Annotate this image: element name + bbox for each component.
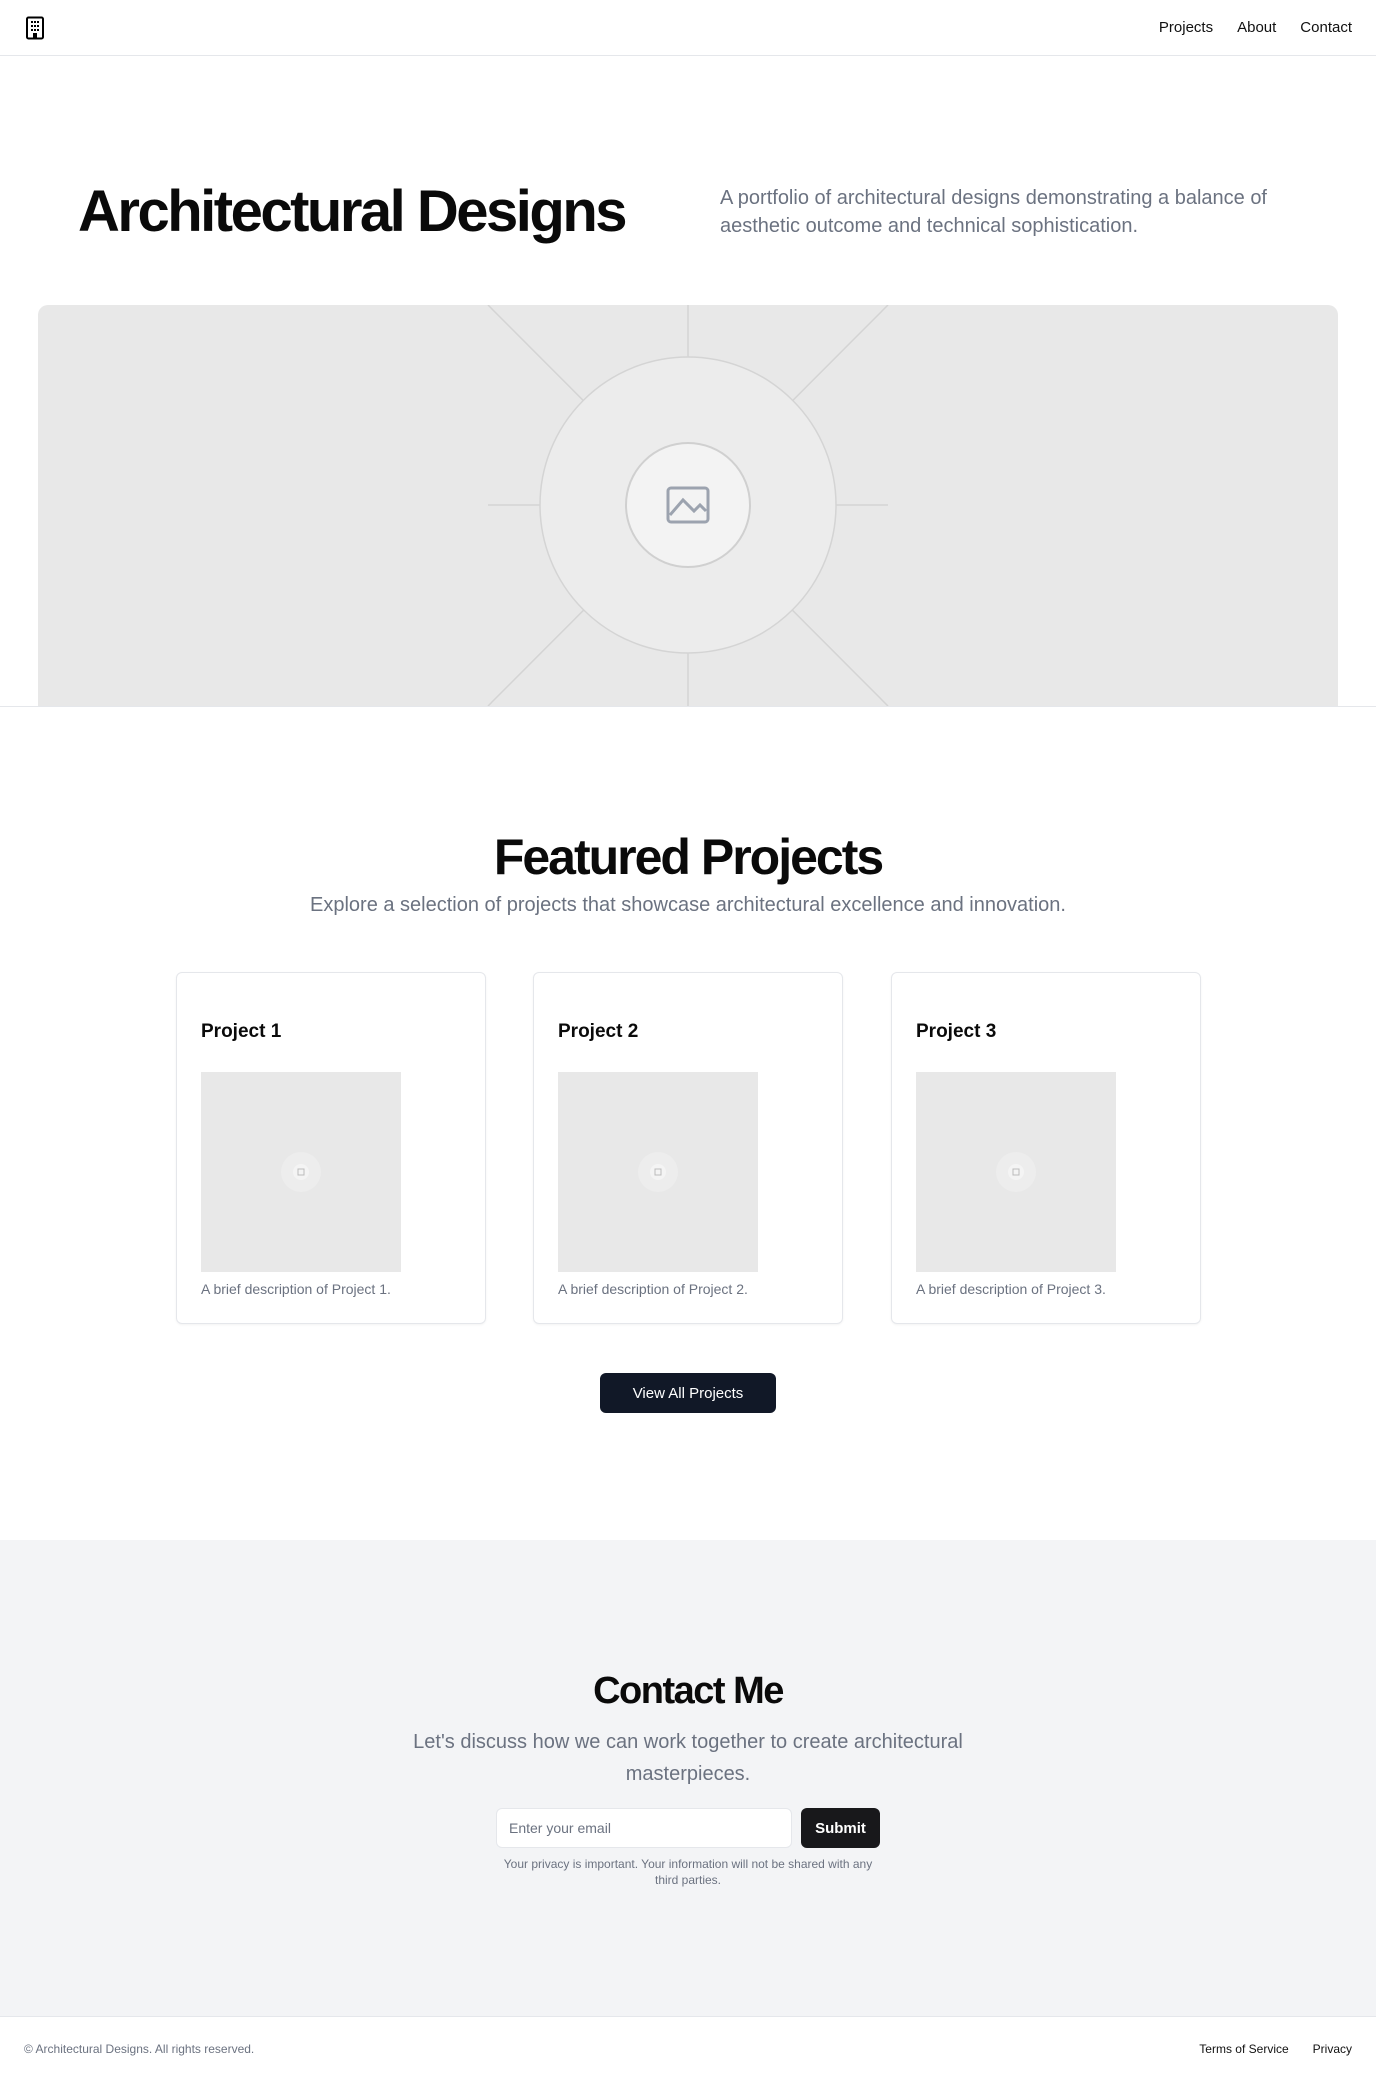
- image-placeholder-icon: [638, 1152, 678, 1192]
- contact-subtitle: Let's discuss how we can work together t…: [413, 1731, 963, 1785]
- contact-section: Contact Me Let's discuss how we can work…: [0, 1540, 1376, 2016]
- contact-title: Contact Me: [593, 1670, 784, 1712]
- project-card[interactable]: Project 3 A brief description of Project…: [891, 972, 1201, 1324]
- main-nav: Projects About Contact: [1159, 19, 1352, 36]
- featured-subtitle: Explore a selection of projects that sho…: [310, 894, 1066, 916]
- project-image: [558, 1072, 758, 1272]
- hero-title: Architectural Designs: [78, 179, 628, 244]
- project-title: Project 1: [201, 1021, 282, 1042]
- email-input[interactable]: [496, 1808, 792, 1848]
- copyright: © Architectural Designs. All rights rese…: [24, 2041, 255, 2056]
- project-card[interactable]: Project 1 A brief description of Project…: [176, 972, 486, 1324]
- site-header: Projects About Contact: [0, 0, 1376, 56]
- hero-subtitle: A portfolio of architectural designs dem…: [720, 187, 1267, 237]
- image-placeholder-icon: [281, 1152, 321, 1192]
- site-footer: © Architectural Designs. All rights rese…: [0, 2016, 1376, 2080]
- view-all-projects-button[interactable]: View All Projects: [600, 1373, 776, 1413]
- project-image: [916, 1072, 1116, 1272]
- project-description: A brief description of Project 3.: [916, 1281, 1106, 1297]
- terms-link[interactable]: Terms of Service: [1199, 2042, 1288, 2056]
- project-title: Project 3: [916, 1021, 997, 1042]
- submit-button[interactable]: Submit: [801, 1808, 880, 1848]
- section-divider: [0, 706, 1376, 707]
- image-placeholder-icon: [996, 1152, 1036, 1192]
- privacy-note: Your privacy is important. Your informat…: [503, 1857, 873, 1887]
- privacy-link[interactable]: Privacy: [1313, 2042, 1352, 2056]
- project-image: [201, 1072, 401, 1272]
- project-description: A brief description of Project 1.: [201, 1281, 391, 1297]
- building-icon[interactable]: [24, 16, 46, 40]
- featured-title: Featured Projects: [493, 829, 884, 885]
- project-description: A brief description of Project 2.: [558, 1281, 748, 1297]
- nav-about[interactable]: About: [1237, 19, 1276, 36]
- nav-contact[interactable]: Contact: [1300, 19, 1352, 36]
- project-card[interactable]: Project 2 A brief description of Project…: [533, 972, 843, 1324]
- hero-image-placeholder: [38, 305, 1338, 706]
- nav-projects[interactable]: Projects: [1159, 19, 1213, 36]
- image-placeholder-icon: [487, 305, 889, 706]
- project-title: Project 2: [558, 1021, 639, 1042]
